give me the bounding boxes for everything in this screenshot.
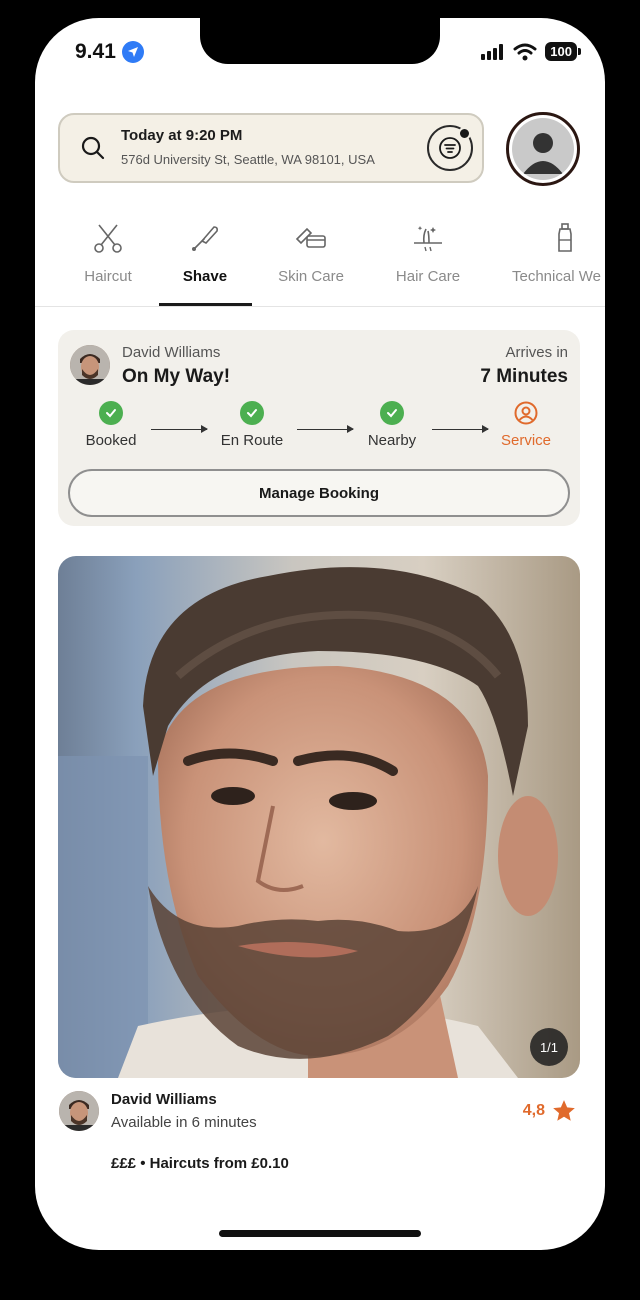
tab-skin-care[interactable]: Skin Care xyxy=(266,214,356,285)
barber-card-name[interactable]: David Williams xyxy=(111,1091,217,1108)
portrait-image xyxy=(58,567,558,1078)
check-icon xyxy=(99,401,123,425)
barber-avatar xyxy=(70,345,110,385)
location-arrow-icon xyxy=(121,41,144,63)
search-date-time: Today at 9:20 PM xyxy=(121,127,243,144)
home-indicator[interactable] xyxy=(219,1230,421,1237)
tab-shave[interactable]: Shave xyxy=(165,214,245,285)
filter-button[interactable] xyxy=(427,125,473,171)
divider xyxy=(35,306,605,307)
step-booked: Booked xyxy=(61,401,161,449)
tab-hair-care[interactable]: Hair Care xyxy=(383,214,473,285)
arrow-right-icon xyxy=(151,425,208,433)
filter-badge xyxy=(458,127,471,140)
booking-tracking-card: David Williams On My Way! Arrives in 7 M… xyxy=(58,330,580,526)
status-time: 9.41 xyxy=(75,40,144,64)
search-address: 576d University St, Seattle, WA 98101, U… xyxy=(121,152,375,167)
step-en-route: En Route xyxy=(202,401,302,449)
skin-care-icon xyxy=(295,227,326,248)
profile-avatar-button[interactable] xyxy=(506,112,580,186)
user-circle-icon xyxy=(514,401,538,425)
bottle-icon xyxy=(558,223,572,252)
manage-booking-button[interactable]: Manage Booking xyxy=(68,469,570,517)
battery-indicator: 100 xyxy=(545,42,581,61)
image-counter: 1/1 xyxy=(530,1028,568,1066)
step-service: Service xyxy=(476,401,576,449)
filter-icon xyxy=(439,137,461,159)
barber-avatar[interactable] xyxy=(59,1091,99,1131)
barber-availability: Available in 6 minutes xyxy=(111,1114,257,1131)
barber-rating: 4,8 xyxy=(523,1098,577,1124)
signal-icon xyxy=(481,43,504,60)
barber-photo[interactable]: 1/1 xyxy=(58,556,580,1078)
barber-name: David Williams xyxy=(122,344,221,361)
user-avatar-icon xyxy=(512,118,574,180)
tab-haircut[interactable]: Haircut xyxy=(68,214,148,285)
search-icon xyxy=(81,136,105,160)
category-tabs: Haircut Shave Skin Care Hair Care Techni… xyxy=(35,214,605,324)
status-icons: 100 xyxy=(481,42,581,61)
search-bar[interactable]: Today at 9:20 PM 576d University St, Sea… xyxy=(58,113,484,183)
arrives-label: Arrives in xyxy=(505,344,568,361)
notch xyxy=(200,18,440,64)
scissors-icon xyxy=(94,224,122,253)
arrives-value: 7 Minutes xyxy=(480,366,568,387)
check-icon xyxy=(380,401,404,425)
phone-screen: 9.41 100 Today at 9:20 PM 576d Universit… xyxy=(35,18,605,1250)
hair-care-icon xyxy=(414,226,442,252)
tab-technical[interactable]: Technical We xyxy=(512,214,605,285)
star-icon xyxy=(553,1100,575,1121)
wifi-icon xyxy=(513,43,537,60)
booking-status: On My Way! xyxy=(122,366,231,387)
check-icon xyxy=(240,401,264,425)
razor-icon xyxy=(192,226,218,251)
price-info: £££ • Haircuts from £0.10 xyxy=(111,1155,289,1172)
step-nearby: Nearby xyxy=(342,401,442,449)
